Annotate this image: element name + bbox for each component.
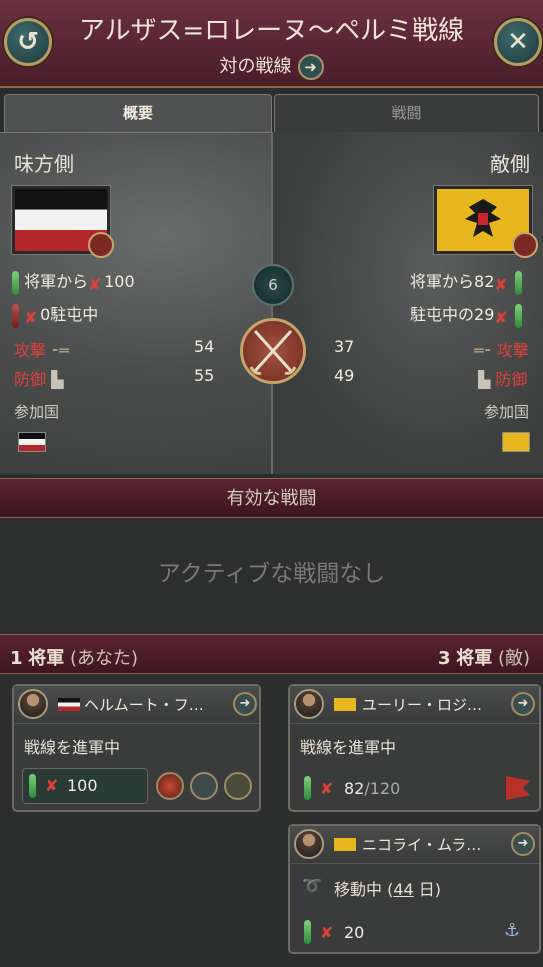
general-flag (334, 838, 356, 851)
arrow-right-icon[interactable]: ➜ (511, 832, 535, 856)
active-battles-header: 有効な戦闘 (0, 478, 543, 518)
hourglass-icon[interactable] (224, 772, 252, 800)
tab-battle[interactable]: 戦闘 (274, 94, 539, 132)
enemy-generals-stat: 将軍から82✘ (410, 268, 523, 295)
our-generals-count: 1 将軍 (あなた) (10, 648, 139, 669)
military-badge-icon (512, 232, 538, 258)
movement-icon: ➰ (302, 876, 322, 895)
fire-icon[interactable] (156, 772, 184, 800)
subtitle-text: 対の戦線 (219, 56, 292, 77)
naval-icon[interactable]: ⚓ (504, 920, 530, 944)
fort-icon: ▙ (478, 370, 491, 389)
troops-box: ✘ 100 (22, 768, 148, 804)
page-title: アルザス=ロレーヌ〜ペルミ戦線 (78, 16, 465, 46)
arrow-right-icon[interactable]: ➜ (233, 692, 257, 716)
enemy-general-card[interactable]: ユーリー・ロジ… ➜ 戦線を進軍中 ✘ 82/120 (288, 684, 541, 812)
enemy-participants-label: 参加国 (484, 403, 530, 421)
crossed-swords-icon (240, 318, 306, 384)
general-name: ニコライ・ムラ… (362, 836, 482, 854)
arrow-right-icon: ➜ (297, 54, 324, 80)
friendly-side-label: 味方側 (14, 152, 74, 176)
troops-icon: ✘ (320, 779, 334, 798)
troops-icon: ✘ (494, 307, 508, 327)
red-bar-icon (12, 303, 19, 328)
enemy-attack-value: 37 (334, 337, 355, 356)
troops-icon: ✘ (494, 274, 508, 294)
enemy-attack-label: ═⁃ 攻撃 (474, 341, 529, 360)
enemy-generals-count: 3 将軍 (敵) (438, 648, 531, 669)
friendly-attack-value: 54 (194, 337, 215, 356)
troops-icon: ✘ (88, 274, 102, 294)
friendly-garrison-stat: ✘ 0駐屯中 (12, 301, 98, 328)
participant-flag-germany[interactable] (18, 432, 46, 452)
general-name: ユーリー・ロジ… (362, 696, 483, 714)
green-bar-icon (304, 776, 311, 800)
green-bar-icon (12, 270, 19, 295)
troops-icon: ✘ (320, 923, 334, 942)
military-badge-icon (88, 232, 114, 258)
fort-icon: ▙ (51, 370, 64, 389)
enemy-defense-value: 49 (334, 366, 355, 385)
general-portrait (18, 689, 48, 719)
friendly-participants-label: 参加国 (14, 403, 60, 421)
enemy-defense-label: ▙ 防御 (478, 370, 528, 389)
friendly-defense-label: 防御 ▙ (14, 370, 64, 389)
general-order: 戦線を進軍中 (24, 738, 121, 757)
troops-value: 20 (344, 923, 365, 942)
battle-flag-icon[interactable] (506, 776, 530, 800)
participant-flag-russia[interactable] (502, 432, 530, 452)
friendly-defense-value: 55 (194, 366, 215, 385)
friendly-attack-label: 攻撃 ⁃═ (14, 341, 69, 360)
enemy-garrison-stat: 駐屯中の29✘ (410, 301, 523, 328)
no-active-battles-text: アクティブな戦闘なし (0, 518, 543, 634)
green-bar-icon (515, 303, 523, 328)
subtitle-link[interactable]: 対の戦線 ➜ (0, 52, 543, 80)
cannon-icon[interactable] (190, 772, 218, 800)
green-bar-icon (304, 920, 311, 944)
general-order: 移動中 (44 日) (334, 880, 442, 899)
general-flag (334, 698, 356, 711)
troops-value: 100 (67, 776, 98, 795)
enemy-general-card[interactable]: ニコライ・ムラ… ➜ ➰ 移動中 (44 日) ✘ 20 ⚓ (288, 824, 541, 954)
green-bar-icon (29, 774, 36, 798)
enemy-side-label: 敵側 (490, 152, 530, 176)
general-name: ヘルムート・フ… (84, 696, 204, 714)
troops-icon: ✘ (24, 307, 38, 327)
rifle-icon: ═⁃ (474, 341, 492, 360)
general-portrait (294, 829, 324, 859)
troops-value: 82/120 (344, 779, 401, 798)
general-order: 戦線を進軍中 (300, 738, 397, 757)
green-bar-icon (515, 270, 523, 295)
rifle-icon: ⁃═ (51, 341, 69, 360)
tab-overview[interactable]: 概要 (4, 94, 272, 132)
friendly-generals-stat: 将軍から✘ 100 (12, 268, 135, 295)
our-general-card[interactable]: ヘルムート・フ… ➜ 戦線を進軍中 ✘ 100 (12, 684, 261, 812)
troops-icon: ✘ (45, 776, 59, 795)
general-flag (58, 698, 80, 711)
round-counter: 6 (252, 264, 294, 306)
general-portrait (294, 689, 324, 719)
arrow-right-icon[interactable]: ➜ (511, 692, 535, 716)
generals-header: 1 将軍 (あなた) 3 将軍 (敵) (0, 634, 543, 674)
